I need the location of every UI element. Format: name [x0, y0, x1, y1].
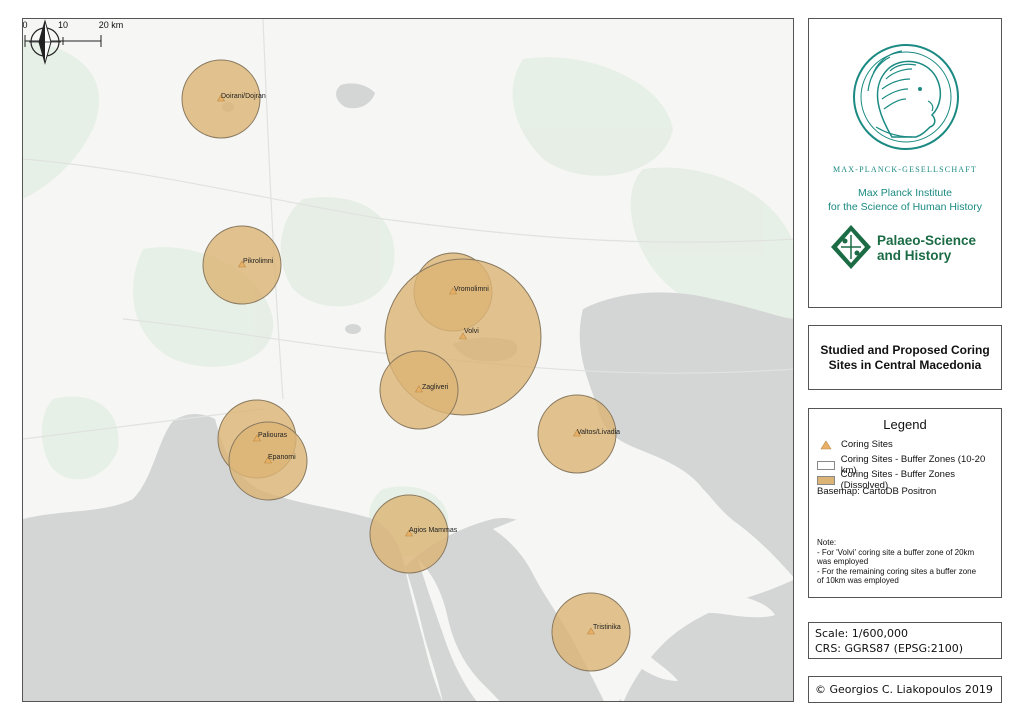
crs-text: CRS: GGRS87 (EPSG:2100) — [815, 642, 964, 655]
institute-name: Max Planck Institute for the Science of … — [809, 186, 1001, 214]
legend-note-line: - For the remaining coring sites a buffe… — [817, 566, 977, 576]
mpg-name-text: MAX-PLANCK-GESELLSCHAFT — [832, 165, 978, 174]
title-panel: Studied and Proposed Coring Sites in Cen… — [808, 325, 1002, 390]
scale-bar-label-20: 20 km — [99, 20, 124, 30]
site-label: Vromolimni — [454, 286, 489, 293]
site-label: Zagliveri — [422, 384, 449, 391]
credit-panel: © Georgios C. Liakopoulos 2019 — [808, 676, 1002, 703]
legend-note: Note: - For 'Volvi' coring site a buffer… — [817, 538, 999, 586]
site-label: Tristinika — [593, 624, 621, 631]
north-arrow-icon — [29, 19, 61, 65]
paleo-logo-text: Palaeo-Science and History — [877, 233, 976, 263]
map-canvas[interactable]: Doirani/Dojran Pikrolimni Vromolimni Volvi Z… — [23, 19, 794, 702]
institute-name-line1: Max Planck Institute — [858, 187, 952, 199]
site-label: Agios Mammas — [409, 527, 458, 534]
legend-title: Legend — [883, 417, 927, 432]
triangle-marker-icon — [820, 439, 832, 449]
legend-note-title: Note: — [817, 538, 837, 547]
paleo-logo-icon — [831, 225, 871, 269]
paleo-line2: and History — [877, 248, 952, 263]
site-label: Pikrolimni — [243, 258, 274, 265]
scale-panel: Scale: 1/600,000 CRS: GGRS87 (EPSG:2100) — [808, 622, 1002, 659]
legend-note-line: - For 'Volvi' coring site a buffer zone … — [817, 547, 975, 557]
legend-note-line: of 10km was employed — [817, 576, 899, 586]
logo-panel: MAX-PLANCK-GESELLSCHAFT Max Planck Insti… — [808, 18, 1002, 308]
filled-box-icon — [817, 475, 835, 485]
legend-panel: Legend Coring Sites Coring Sites - Buffe… — [808, 408, 1002, 598]
legend-note-line: was employed — [817, 557, 869, 567]
credit-text: © Georgios C. Liakopoulos 2019 — [815, 683, 993, 696]
site-label: Valtos/Livadia — [577, 429, 620, 436]
site-label: Epanomi — [268, 454, 296, 461]
institute-name-line2: for the Science of Human History — [827, 201, 983, 213]
legend-item-coring-sites: Coring Sites — [817, 439, 893, 450]
site-label: Volvi — [464, 328, 479, 335]
legend-item-label: Coring Sites — [841, 439, 893, 450]
map-title: Studied and Proposed Coring Sites in Cen… — [820, 342, 990, 372]
site-label: Paliouras — [258, 432, 288, 439]
scale-text: Scale: 1/600,000 — [815, 627, 908, 640]
map-frame[interactable]: Doirani/Dojran Pikrolimni Vromolimni Volvi Z… — [22, 18, 794, 702]
legend-basemap: Basemap: CartoDB Positron — [817, 486, 937, 497]
paleo-line1: Palaeo-Science — [877, 233, 977, 248]
site-label: Doirani/Dojran — [221, 93, 266, 100]
